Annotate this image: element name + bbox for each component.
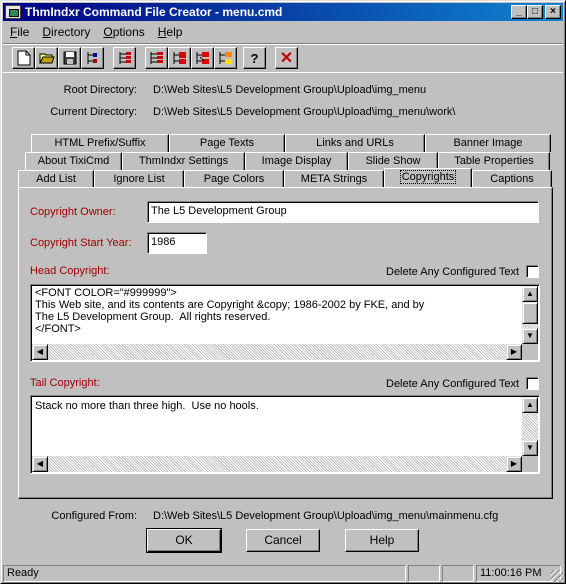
scroll-corner — [522, 344, 538, 360]
menu-file[interactable]: File — [3, 25, 35, 39]
close-button[interactable]: × — [545, 5, 561, 19]
scroll-left-icon[interactable]: ◀ — [32, 344, 48, 360]
tail-delete-configured-label: Delete Any Configured Text — [386, 378, 520, 390]
tab-html-prefix-suffix[interactable]: HTML Prefix/Suffix — [31, 134, 169, 152]
tab-meta-strings[interactable]: META Strings — [284, 170, 384, 188]
resize-grip-icon[interactable] — [551, 570, 563, 582]
maximize-button[interactable]: □ — [527, 5, 543, 19]
tree-split-icon[interactable] — [113, 47, 136, 69]
app-window: ThmIndxr Command File Creator - menu.cmd… — [0, 0, 566, 584]
tree-icon[interactable] — [81, 47, 104, 69]
tab-links-and-urls[interactable]: Links and URLs — [285, 134, 425, 152]
tail-copyright-textarea[interactable]: Stack no more than three high. Use no ho… — [30, 395, 540, 474]
tab-copyrights[interactable]: Copyrights — [384, 168, 472, 188]
root-directory-value: D:\Web Sites\L5 Development Group\Upload… — [153, 84, 427, 96]
status-pane-empty-1 — [408, 565, 440, 582]
tab-banner-image[interactable]: Banner Image — [425, 134, 551, 152]
tail-vertical-scrollbar[interactable]: ▲ ▼ — [522, 397, 538, 456]
menu-help[interactable]: Help — [151, 25, 189, 39]
scroll-up-icon[interactable]: ▲ — [522, 286, 538, 302]
tail-copyright-text: Stack no more than three high. Use no ho… — [35, 400, 259, 412]
menu-options[interactable]: Options — [96, 25, 150, 39]
status-bar: Ready 11:00:16 PM — [3, 564, 563, 582]
scroll-left-icon[interactable]: ◀ — [32, 456, 48, 472]
save-disk-icon[interactable] — [58, 47, 81, 69]
current-directory-value: D:\Web Sites\L5 Development Group\Upload… — [153, 106, 456, 118]
head-horizontal-scrollbar[interactable]: ◀ ▶ — [32, 344, 522, 360]
tab-thmindxr-settings[interactable]: ThmIndxr Settings — [122, 152, 245, 170]
scroll-down-icon[interactable]: ▼ — [522, 440, 538, 456]
configured-from-label: Configured From: — [51, 510, 137, 522]
menu-directory[interactable]: Directory — [35, 25, 96, 39]
copyright-owner-input[interactable]: The L5 Development Group — [147, 201, 539, 223]
tree-remove-icon[interactable] — [191, 47, 214, 69]
copyright-start-year-label: Copyright Start Year: — [30, 237, 132, 249]
head-copyright-textarea[interactable]: <FONT COLOR="#999999"> This Web site, an… — [30, 284, 540, 362]
tab-captions[interactable]: Captions — [472, 170, 552, 188]
head-copyright-label: Head Copyright: — [30, 265, 110, 277]
app-icon[interactable] — [5, 5, 21, 19]
minimize-button[interactable]: _ — [511, 5, 527, 19]
tab-add-list[interactable]: Add List — [18, 170, 94, 188]
root-directory-label: Root Directory: — [63, 84, 137, 96]
tree-red-icon[interactable] — [168, 47, 191, 69]
scroll-right-icon[interactable]: ▶ — [506, 344, 522, 360]
title-bar[interactable]: ThmIndxr Command File Creator - menu.cmd… — [3, 3, 563, 21]
help-question-icon[interactable]: ? — [243, 47, 266, 69]
scroll-right-icon[interactable]: ▶ — [506, 456, 522, 472]
tail-delete-configured-checkbox[interactable] — [526, 377, 539, 390]
tail-horizontal-scrollbar[interactable]: ◀ ▶ — [32, 456, 522, 472]
copyrights-panel: Copyright Owner: The L5 Development Grou… — [18, 187, 553, 499]
scroll-thumb[interactable] — [522, 302, 538, 324]
status-time: 11:00:16 PM — [476, 565, 561, 582]
current-directory-label: Current Directory: — [50, 106, 137, 118]
status-text: Ready — [3, 565, 406, 582]
configured-from-value: D:\Web Sites\L5 Development Group\Upload… — [153, 510, 499, 522]
head-vertical-scrollbar[interactable]: ▲ ▼ — [522, 286, 538, 344]
scroll-up-icon[interactable]: ▲ — [522, 397, 538, 413]
tree-color-icon[interactable] — [214, 47, 237, 69]
toolbar: ? ✕ — [3, 43, 563, 73]
tab-page-colors[interactable]: Page Colors — [184, 170, 284, 188]
scroll-down-icon[interactable]: ▼ — [522, 328, 538, 344]
menu-bar: File Directory Options Help — [3, 23, 188, 41]
new-file-icon[interactable] — [12, 47, 35, 69]
copyright-start-year-input[interactable]: 1986 — [147, 232, 207, 254]
ok-button[interactable]: OK — [146, 528, 222, 553]
head-delete-configured-checkbox[interactable] — [526, 265, 539, 278]
cancel-button[interactable]: Cancel — [246, 529, 320, 552]
stop-x-icon[interactable]: ✕ — [275, 47, 298, 69]
tab-page-texts[interactable]: Page Texts — [169, 134, 285, 152]
scroll-corner — [522, 456, 538, 472]
open-folder-icon[interactable] — [35, 47, 58, 69]
head-delete-configured-label: Delete Any Configured Text — [386, 266, 520, 278]
tail-copyright-label: Tail Copyright: — [30, 377, 100, 389]
status-pane-empty-2 — [442, 565, 474, 582]
head-copyright-text: <FONT COLOR="#999999"> This Web site, an… — [35, 287, 425, 335]
tab-image-display[interactable]: Image Display — [245, 152, 348, 170]
help-button[interactable]: Help — [345, 529, 419, 552]
window-title: ThmIndxr Command File Creator - menu.cmd — [25, 5, 283, 19]
window-controls: _ □ × — [511, 5, 561, 19]
tree-add-icon[interactable] — [145, 47, 168, 69]
tab-about-tixicmd[interactable]: About TixiCmd — [25, 152, 122, 170]
copyright-owner-label: Copyright Owner: — [30, 206, 116, 218]
tab-ignore-list[interactable]: Ignore List — [94, 170, 184, 188]
